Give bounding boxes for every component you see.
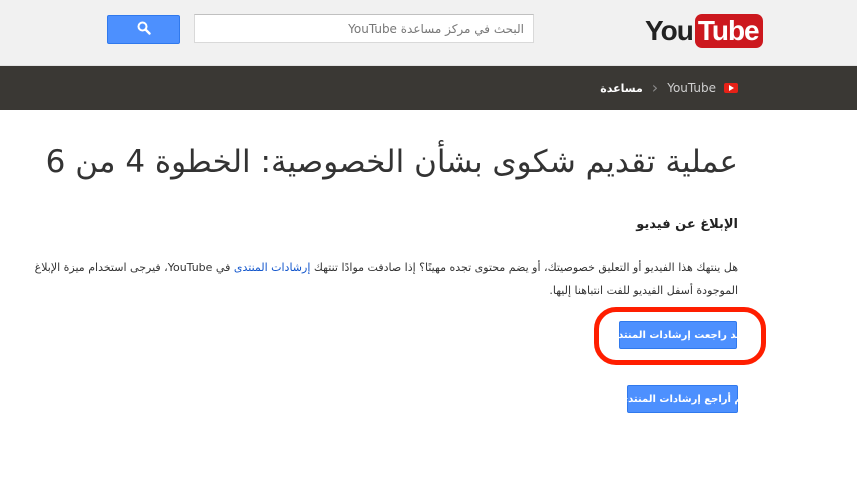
youtube-logo[interactable]: You Tube [645,12,763,49]
section-title: الإبلاغ عن فيديو [636,217,738,232]
logo-tube-text: Tube [694,13,763,48]
search-icon [137,20,151,39]
reviewed-guidelines-button[interactable]: لقد راجعت إرشادات المنتدى [609,321,747,349]
chevron-left-icon: ‹ [651,78,659,97]
paragraph-text-before-link: هل ينتهك هذا الفيديو أو التعليق خصوصيتك،… [310,261,738,274]
breadcrumb-bar: YouTube ‹ مساعدة [0,66,857,110]
instructions-paragraph: هل ينتهك هذا الفيديو أو التعليق خصوصيتك،… [20,256,738,302]
logo-you-text: You [645,14,694,46]
breadcrumb-help[interactable]: مساعدة [600,82,643,95]
search-button[interactable] [107,15,180,44]
breadcrumb-youtube[interactable]: YouTube [667,81,716,95]
not-reviewed-guidelines-button[interactable]: لم أراجع إرشادات المنتدى [619,385,746,413]
breadcrumb: YouTube ‹ مساعدة [600,66,738,110]
community-guidelines-link[interactable]: إرشادات المنتدى [234,261,311,274]
page-title: عملية تقديم شكوى بشأن الخصوصية: الخطوة 4… [45,144,738,180]
search-input[interactable] [194,14,534,43]
header: You Tube [0,0,857,66]
youtube-play-icon [724,83,738,93]
